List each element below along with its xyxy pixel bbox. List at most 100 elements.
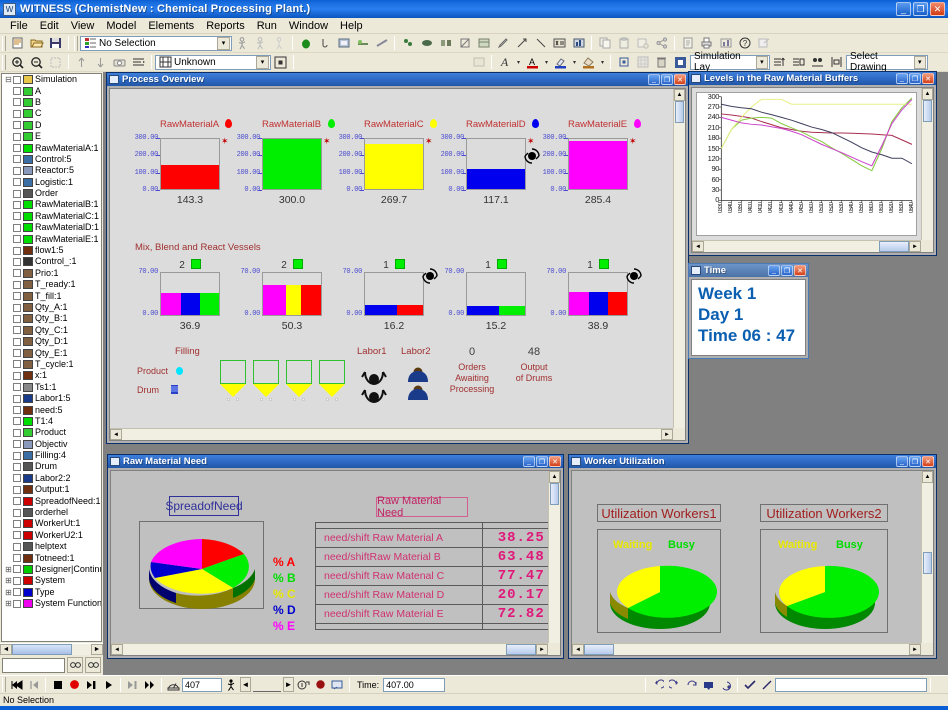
tree-checkbox[interactable]: [13, 87, 21, 96]
tree-checkbox[interactable]: [13, 292, 21, 301]
wu-scroll-left-icon[interactable]: ◄: [572, 644, 584, 655]
menu-item-model[interactable]: Model: [100, 19, 142, 33]
drawing-combo[interactable]: Select Drawing ▾: [846, 51, 928, 73]
rmn-maximize-button[interactable]: ❐: [536, 456, 548, 467]
levels-chart-window[interactable]: Levels in the Raw Material Buffers _ ❐ ✕…: [688, 71, 937, 256]
po-scroll-right-icon[interactable]: ►: [661, 429, 673, 440]
expander-icon[interactable]: ⊞: [4, 576, 13, 585]
print-icon[interactable]: [698, 35, 715, 51]
rmn-body[interactable]: SpreadofNeed % A % B % C % D % E Raw Mat…: [110, 470, 561, 656]
tree-checkbox[interactable]: [13, 394, 21, 403]
shift-element-icon[interactable]: [475, 35, 492, 51]
time-window[interactable]: Time _ ❐ ✕ Week 1 Day 1 Time 06 : 47: [688, 263, 809, 359]
play-button[interactable]: [101, 677, 116, 692]
tree-item-spreadofneed-1[interactable]: SpreadofNeed:1: [2, 495, 101, 506]
find-element-2-icon[interactable]: [85, 657, 101, 673]
tree-item-control-5[interactable]: Control:5: [2, 154, 101, 165]
zoom-fit-icon[interactable]: [47, 54, 64, 70]
worker-utilization-window[interactable]: Worker Utilization _ ❐ ✕ Utilization Wor…: [568, 454, 937, 659]
record-output-icon[interactable]: [313, 677, 328, 692]
wu-scroll-right-icon[interactable]: ►: [909, 644, 921, 655]
tree-filter-input[interactable]: [2, 657, 65, 673]
tree-checkbox[interactable]: [13, 519, 21, 528]
path-element-icon[interactable]: [456, 35, 473, 51]
element-tree[interactable]: ⊟ Simulation A B C D E RawMaterialA:1 Co…: [1, 73, 102, 642]
wu-maximize-button[interactable]: ❐: [909, 456, 921, 467]
tree-checkbox[interactable]: [13, 166, 21, 175]
tree-item-qty-d-1[interactable]: Qty_D:1: [2, 336, 101, 347]
tree-checkbox[interactable]: [13, 269, 21, 278]
rewind-to-start-button[interactable]: [9, 677, 24, 692]
check-syntax-icon[interactable]: [742, 677, 757, 692]
clear-command-icon[interactable]: [759, 677, 774, 692]
step-button[interactable]: [84, 677, 99, 692]
lv-horizontal-scrollbar[interactable]: ◄ ►: [692, 240, 921, 252]
tree-checkbox[interactable]: [13, 349, 21, 358]
vessel-5[interactable]: 1 70.00 0.00 38.9: [546, 259, 642, 332]
wu-resize-corner[interactable]: [921, 643, 933, 655]
tree-item-product[interactable]: Product: [2, 427, 101, 438]
tree-checkbox[interactable]: [13, 178, 21, 187]
record-button[interactable]: [67, 677, 82, 692]
tree-item-helptext[interactable]: helptext: [2, 541, 101, 552]
scroll-left-icon[interactable]: ◄: [0, 644, 12, 655]
buffer-RawMaterialB[interactable]: RawMaterialB 300.00 200.00 100.00 0.00 ✶: [237, 119, 335, 206]
tree-checkbox[interactable]: [13, 531, 21, 540]
menu-item-file[interactable]: File: [4, 19, 34, 33]
vessel-2[interactable]: 2 70.00 0.00 50.3: [240, 259, 322, 332]
po-minimize-button[interactable]: _: [648, 74, 660, 85]
tree-checkbox[interactable]: [13, 417, 21, 426]
buffer-RawMaterialA[interactable]: RawMaterialA 300.00 200.00 100.00 0.00 ✶: [135, 119, 233, 206]
tree-checkbox[interactable]: [13, 462, 21, 471]
tm-maximize-button[interactable]: ❐: [781, 265, 793, 276]
selection-combo[interactable]: No Selection ▾: [80, 35, 232, 51]
table-row[interactable]: need/shift Raw Matenal C 77.47: [314, 566, 560, 586]
tree-item-e[interactable]: E: [2, 131, 101, 142]
minimize-button[interactable]: _: [896, 2, 911, 16]
fast-forward-button[interactable]: [142, 677, 157, 692]
window-controls[interactable]: _ ❐ ✕: [896, 2, 948, 16]
menu-item-edit[interactable]: Edit: [34, 19, 65, 33]
help-question-icon[interactable]: ?: [736, 35, 753, 51]
open-model-icon[interactable]: [28, 35, 45, 51]
labor-element-icon[interactable]: [399, 35, 416, 51]
tree-checkbox[interactable]: [13, 383, 21, 392]
tree-item-t1-4[interactable]: T1:4: [2, 416, 101, 427]
stats-icon[interactable]: [717, 35, 734, 51]
chevron-down-icon[interactable]: ▾: [217, 36, 230, 50]
interact-box-icon[interactable]: [701, 677, 716, 692]
lv-close-button[interactable]: ✕: [922, 73, 934, 84]
tree-item-qty-b-1[interactable]: Qty_B:1: [2, 313, 101, 324]
run-person-2-icon[interactable]: [252, 35, 269, 51]
simulation-control-bar[interactable]: 407 ◄ ► Time: 407.00: [0, 675, 948, 693]
rmn-horizontal-scrollbar[interactable]: ◄ ►: [111, 643, 548, 655]
font-color-icon[interactable]: A: [524, 54, 541, 70]
vessel-1[interactable]: 2 70.00 0.00 36.9: [138, 259, 220, 332]
tree-checkbox[interactable]: [13, 280, 21, 289]
conveyor-element-icon[interactable]: [354, 35, 371, 51]
tree-checkbox[interactable]: [13, 189, 21, 198]
speed-increase-button[interactable]: ►: [283, 677, 294, 692]
repeat-action-icon[interactable]: [684, 677, 699, 692]
tree-item-rawmateriald-1[interactable]: RawMaterialD:1: [2, 222, 101, 233]
command-input[interactable]: [775, 677, 927, 692]
tree-item-c[interactable]: C: [2, 108, 101, 119]
reset-view-icon[interactable]: [330, 677, 345, 692]
wu-horizontal-scrollbar[interactable]: ◄ ►: [572, 643, 921, 655]
paste-icon[interactable]: [615, 35, 632, 51]
po-scroll-left-icon[interactable]: ◄: [110, 429, 122, 440]
tree-item-flow1-5[interactable]: flow1:5: [2, 245, 101, 256]
tree-checkbox[interactable]: [13, 508, 21, 517]
tree-checkbox[interactable]: [13, 246, 21, 255]
tree-item-drum[interactable]: Drum: [2, 461, 101, 472]
camera-icon[interactable]: [111, 54, 128, 70]
tree-content[interactable]: ⊟ Simulation A B C D E RawMaterialA:1 Co…: [2, 74, 101, 609]
wu-vscroll-thumb[interactable]: [923, 552, 932, 574]
wu-titlebar[interactable]: Worker Utilization _ ❐ ✕: [569, 455, 936, 468]
tree-item-orderhel[interactable]: orderhel: [2, 507, 101, 518]
raw-material-need-window[interactable]: Raw Material Need _ ❐ ✕ SpreadofNeed % A…: [107, 454, 564, 659]
wu-close-button[interactable]: ✕: [922, 456, 934, 467]
machine-element-icon[interactable]: [335, 35, 352, 51]
tm-close-button[interactable]: ✕: [794, 265, 806, 276]
tree-item-rawmateriala-1[interactable]: RawMaterialA:1: [2, 142, 101, 153]
